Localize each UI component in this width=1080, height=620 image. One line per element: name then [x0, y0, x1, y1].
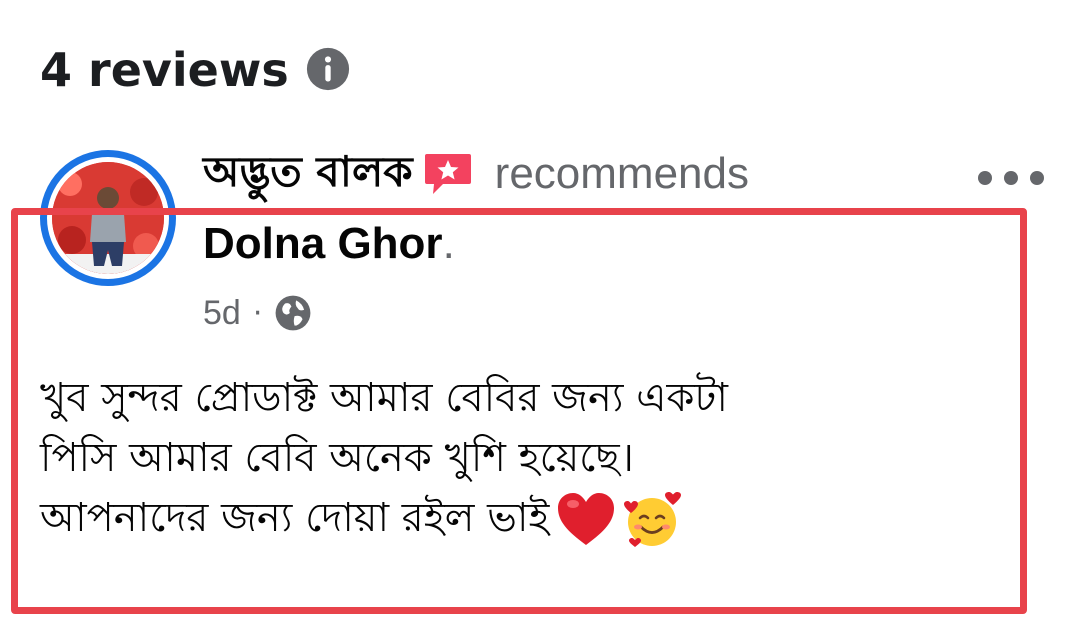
- page-name-period: .: [442, 219, 455, 268]
- author-name[interactable]: অদ্ভুত বালক: [203, 139, 413, 210]
- review-body: খুব সুন্দর প্রোডাক্ট আমার বেবির জন্য একট…: [40, 368, 1000, 549]
- reviews-count-title: 4 reviews: [40, 43, 289, 97]
- recommend-badge-icon: [424, 154, 471, 194]
- author-avatar[interactable]: [40, 150, 176, 286]
- review-text-line: খুব সুন্দর প্রোডাক্ট আমার বেবির জন্য একট…: [40, 375, 728, 421]
- avatar-photo: [52, 162, 164, 274]
- page-name-link[interactable]: Dolna Ghor: [203, 219, 443, 269]
- info-icon[interactable]: [305, 46, 351, 92]
- more-dot-icon: [1030, 171, 1044, 185]
- review-timestamp[interactable]: 5d: [203, 294, 241, 333]
- more-options-button[interactable]: [978, 158, 1044, 198]
- review-author-line: অদ্ভুত বালক recommends: [203, 142, 749, 206]
- review-text-line: আপনাদের জন্য দোয়া রইল ভাই: [40, 488, 1000, 549]
- review-text-line: পিসি আমার বেবি অনেক খুশি হয়েছে।: [40, 435, 634, 481]
- reviewed-page-line: Dolna Ghor .: [203, 212, 455, 276]
- smiling-face-with-hearts-icon: [624, 492, 682, 547]
- globe-icon: [275, 295, 311, 331]
- review-text-line-content: আপনাদের জন্য দোয়া রইল ভাই: [40, 495, 550, 541]
- recommends-label: recommends: [494, 149, 749, 198]
- red-heart-icon: [558, 493, 615, 545]
- meta-separator: ·: [252, 295, 263, 331]
- review-meta: 5d ·: [203, 288, 312, 338]
- more-dot-icon: [978, 171, 992, 185]
- more-dot-icon: [1004, 171, 1018, 185]
